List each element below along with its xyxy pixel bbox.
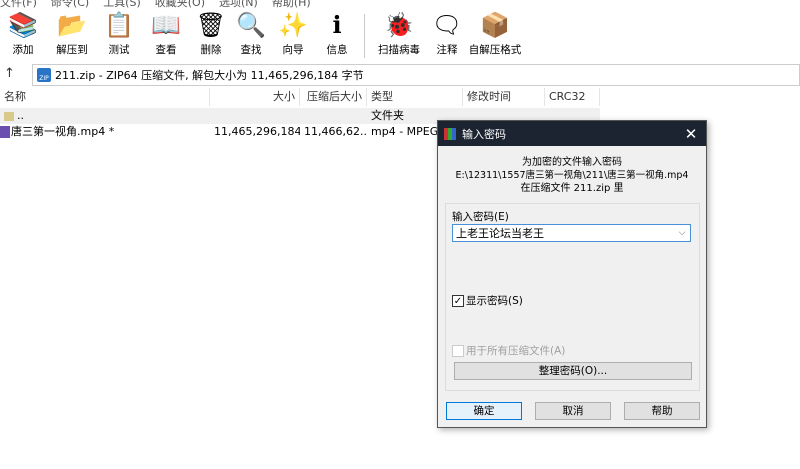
toolbar-button-6[interactable]: ✨ 向导 xyxy=(272,10,314,57)
menu-help[interactable]: 帮助(H) xyxy=(272,0,311,9)
box-icon: 📦 xyxy=(480,11,510,39)
zip-icon: ZIP xyxy=(37,68,51,82)
bug-icon: 🐞 xyxy=(384,11,414,39)
menu-favorites[interactable]: 收藏夹(O) xyxy=(155,0,205,9)
up-arrow-icon[interactable]: ↑ xyxy=(4,66,15,81)
toolbar-button-7[interactable]: ℹ 信息 xyxy=(314,10,360,57)
toolbar-label: 信息 xyxy=(326,44,348,56)
video-file-icon xyxy=(0,126,10,138)
chevron-down-icon[interactable]: ⌵ xyxy=(674,228,690,238)
close-icon[interactable]: ✕ xyxy=(676,125,706,143)
menu-options[interactable]: 选项(N) xyxy=(219,0,258,9)
password-combo[interactable]: 上老王论坛当老王 ⌵ xyxy=(452,224,691,242)
toolbar-label: 自解压格式 xyxy=(468,44,522,56)
info-line-1: 为加密的文件输入密码 xyxy=(522,157,622,168)
menu-file[interactable]: 文件(F) xyxy=(0,0,37,9)
password-value: 上老王论坛当老王 xyxy=(456,227,544,240)
toolbar-button-0[interactable]: 📚 添加 xyxy=(0,10,46,57)
col-size[interactable]: 大小 xyxy=(210,88,300,106)
menu-bar: 文件(F) 命令(C) 工具(S) 收藏夹(O) 选项(N) 帮助(H) xyxy=(0,0,311,9)
toolbar-label: 向导 xyxy=(282,44,304,56)
show-password-checkbox[interactable]: ✓ 显示密码(S) xyxy=(452,293,523,308)
comment-icon: 🗨 xyxy=(431,11,463,39)
toolbar-separator xyxy=(364,14,365,58)
book-icon: 📖 xyxy=(151,11,181,39)
toolbar-label: 查看 xyxy=(155,44,177,56)
folder-icon: 📂 xyxy=(57,11,87,39)
password-dialog: 输入密码 ✕ 为加密的文件输入密码 E:\12311\1557唐三第一视角\21… xyxy=(437,120,707,428)
toolbar-button-9[interactable]: 🗨 注释 xyxy=(429,10,465,57)
wand-icon: ✨ xyxy=(278,11,308,39)
password-label: 输入密码(E) xyxy=(452,211,509,223)
toolbar-button-5[interactable]: 🔍 查找 xyxy=(230,10,272,57)
ok-button[interactable]: 确定 xyxy=(446,402,522,420)
toolbar-button-4[interactable]: 🗑 删除 xyxy=(192,10,230,57)
menu-tools[interactable]: 工具(S) xyxy=(103,0,141,9)
address-field[interactable]: ZIP 211.zip - ZIP64 压缩文件, 解包大小为 11,465,2… xyxy=(32,64,800,86)
dialog-titlebar: 输入密码 ✕ xyxy=(438,121,706,146)
toolbar-label: 注释 xyxy=(436,44,458,56)
col-type[interactable]: 类型 xyxy=(367,88,463,106)
address-bar: ↑ ZIP 211.zip - ZIP64 压缩文件, 解包大小为 11,465… xyxy=(0,64,800,86)
toolbar: 📚 添加 📂 解压到 📋 测试 📖 查看 🗑 删除 🔍 查找 ✨ 向导 ℹ 信息 🐞 扫描病毒 🗨 注释 📦 自解压格式 xyxy=(0,10,525,62)
folder-icon xyxy=(4,111,14,121)
winrar-icon xyxy=(444,127,456,140)
toolbar-button-8[interactable]: 🐞 扫描病毒 xyxy=(369,10,429,57)
col-packed[interactable]: 压缩后大小 xyxy=(300,88,367,106)
toolbar-label: 扫描病毒 xyxy=(378,44,420,56)
info-icon: ℹ xyxy=(332,11,342,39)
toolbar-button-1[interactable]: 📂 解压到 xyxy=(46,10,98,57)
checkbox-unchecked-icon[interactable] xyxy=(452,345,464,357)
column-header: 名称 大小 压缩后大小 类型 修改时间 CRC32 xyxy=(0,88,600,106)
toolbar-label: 删除 xyxy=(200,44,222,56)
checkbox-checked-icon[interactable]: ✓ xyxy=(452,295,464,307)
address-text: 211.zip - ZIP64 压缩文件, 解包大小为 11,465,296,1… xyxy=(55,69,364,82)
organize-passwords-button[interactable]: 整理密码(O)... xyxy=(454,362,692,380)
toolbar-label: 查找 xyxy=(240,44,262,56)
toolbar-button-10[interactable]: 📦 自解压格式 xyxy=(465,10,525,57)
toolbar-label: 解压到 xyxy=(56,44,88,56)
magnifier-icon: 🔍 xyxy=(236,11,266,39)
dialog-title: 输入密码 xyxy=(462,127,506,141)
trash-icon: 🗑 xyxy=(195,11,227,39)
menu-commands[interactable]: 命令(C) xyxy=(51,0,89,9)
toolbar-label: 添加 xyxy=(12,44,34,56)
info-line-3: 在压缩文件 211.zip 里 xyxy=(520,183,624,194)
toolbar-button-3[interactable]: 📖 查看 xyxy=(140,10,192,57)
use-all-archives-checkbox[interactable]: 用于所有压缩文件(A) xyxy=(452,343,565,358)
toolbar-button-2[interactable]: 📋 测试 xyxy=(98,10,140,57)
books-icon: 📚 xyxy=(8,11,38,39)
col-modified[interactable]: 修改时间 xyxy=(463,88,545,106)
info-line-2: E:\12311\1557唐三第一视角\211\唐三第一视角.mp4 xyxy=(455,170,689,181)
col-name[interactable]: 名称 xyxy=(0,88,210,106)
cancel-button[interactable]: 取消 xyxy=(535,402,611,420)
clipboard-check-icon: 📋 xyxy=(104,11,134,39)
toolbar-label: 测试 xyxy=(108,44,130,56)
col-crc[interactable]: CRC32 xyxy=(545,88,600,106)
help-button[interactable]: 帮助 xyxy=(624,402,700,420)
